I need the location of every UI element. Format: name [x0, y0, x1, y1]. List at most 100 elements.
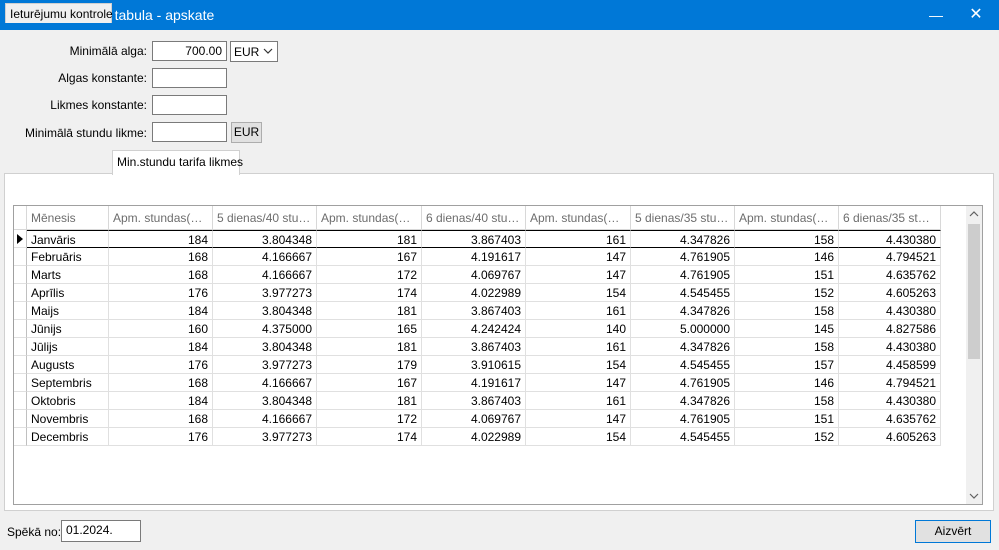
table-cell[interactable]: 154	[526, 284, 631, 302]
table-cell[interactable]: 174	[317, 284, 422, 302]
table-cell[interactable]: 176	[109, 284, 213, 302]
rates-table[interactable]: Mēnesis Apm. stundas(5/40) 5 dienas/40 s…	[13, 205, 983, 505]
table-cell[interactable]: 4.166667	[213, 266, 317, 284]
table-cell[interactable]: 168	[109, 266, 213, 284]
table-cell[interactable]: 3.977273	[213, 428, 317, 446]
table-cell[interactable]: 147	[526, 248, 631, 266]
table-cell[interactable]: Jūlijs	[27, 338, 109, 356]
table-cell[interactable]: 147	[526, 410, 631, 428]
table-cell[interactable]: 4.347826	[631, 230, 735, 248]
table-cell[interactable]: 4.635762	[839, 266, 941, 284]
table-cell[interactable]: 172	[317, 410, 422, 428]
table-cell[interactable]: 184	[109, 392, 213, 410]
row-header[interactable]	[14, 428, 27, 446]
table-cell[interactable]: 4.605263	[839, 284, 941, 302]
table-cell[interactable]: 168	[109, 248, 213, 266]
row-header[interactable]	[14, 302, 27, 320]
table-cell[interactable]: 4.347826	[631, 392, 735, 410]
table-cell[interactable]: 4.761905	[631, 266, 735, 284]
table-cell[interactable]: 167	[317, 374, 422, 392]
table-cell[interactable]: 176	[109, 356, 213, 374]
column-header[interactable]: Apm. stundas(5/40)	[109, 206, 213, 230]
row-header[interactable]	[14, 248, 27, 266]
tab-ieturejumu-kontrole[interactable]: Ieturējumu kontrole	[5, 3, 113, 23]
table-cell[interactable]: Augusts	[27, 356, 109, 374]
table-cell[interactable]: 146	[735, 374, 839, 392]
table-cell[interactable]: 184	[109, 338, 213, 356]
row-header[interactable]	[14, 338, 27, 356]
table-cell[interactable]: 174	[317, 428, 422, 446]
table-cell[interactable]: 4.022989	[422, 284, 526, 302]
column-header[interactable]: Mēnesis	[27, 206, 109, 230]
table-cell[interactable]: 147	[526, 374, 631, 392]
table-cell[interactable]: Novembris	[27, 410, 109, 428]
table-cell[interactable]: 4.191617	[422, 374, 526, 392]
row-header[interactable]	[14, 266, 27, 284]
table-cell[interactable]: 3.804348	[213, 302, 317, 320]
table-cell[interactable]: Maijs	[27, 302, 109, 320]
table-cell[interactable]: 151	[735, 266, 839, 284]
table-cell[interactable]: 4.827586	[839, 320, 941, 338]
wage-constant-input[interactable]	[152, 68, 227, 88]
table-cell[interactable]: 3.977273	[213, 356, 317, 374]
table-cell[interactable]: 4.545455	[631, 428, 735, 446]
vertical-scrollbar[interactable]	[966, 206, 982, 504]
column-header[interactable]: 5 dienas/40 stundas	[213, 206, 317, 230]
table-cell[interactable]: 4.166667	[213, 374, 317, 392]
table-cell[interactable]: 3.804348	[213, 338, 317, 356]
table-cell[interactable]: 4.794521	[839, 374, 941, 392]
row-header[interactable]	[14, 392, 27, 410]
table-cell[interactable]: 165	[317, 320, 422, 338]
table-cell[interactable]: 4.605263	[839, 428, 941, 446]
close-icon[interactable]: ✕	[953, 0, 999, 30]
row-header[interactable]	[14, 320, 27, 338]
hourly-currency-button[interactable]: EUR	[231, 122, 262, 143]
rate-constant-input[interactable]	[152, 95, 227, 115]
table-cell[interactable]: 161	[526, 338, 631, 356]
table-cell[interactable]: 4.458599	[839, 356, 941, 374]
table-cell[interactable]: 4.430380	[839, 302, 941, 320]
table-cell[interactable]: 161	[526, 302, 631, 320]
table-cell[interactable]: 172	[317, 266, 422, 284]
table-cell[interactable]: 4.375000	[213, 320, 317, 338]
table-cell[interactable]: 145	[735, 320, 839, 338]
table-cell[interactable]: 184	[109, 230, 213, 248]
table-cell[interactable]: 4.545455	[631, 356, 735, 374]
table-cell[interactable]: 3.867403	[422, 302, 526, 320]
column-header[interactable]: Apm. stundas(6/40)	[317, 206, 422, 230]
table-cell[interactable]: Februāris	[27, 248, 109, 266]
table-cell[interactable]: 154	[526, 428, 631, 446]
table-cell[interactable]: 4.191617	[422, 248, 526, 266]
table-cell[interactable]: 5.000000	[631, 320, 735, 338]
table-cell[interactable]: 161	[526, 392, 631, 410]
table-cell[interactable]: 4.635762	[839, 410, 941, 428]
table-cell[interactable]: 4.545455	[631, 284, 735, 302]
table-cell[interactable]: 181	[317, 392, 422, 410]
table-cell[interactable]: Jūnijs	[27, 320, 109, 338]
table-cell[interactable]: 4.022989	[422, 428, 526, 446]
table-cell[interactable]: 168	[109, 410, 213, 428]
valid-from-input[interactable]: 01.2024.	[61, 520, 141, 542]
table-cell[interactable]: 3.804348	[213, 230, 317, 248]
table-cell[interactable]: 151	[735, 410, 839, 428]
table-cell[interactable]: 3.867403	[422, 392, 526, 410]
table-cell[interactable]: 158	[735, 302, 839, 320]
table-cell[interactable]: 4.761905	[631, 248, 735, 266]
close-button[interactable]: Aizvērt	[915, 520, 991, 543]
table-cell[interactable]: 3.977273	[213, 284, 317, 302]
table-cell[interactable]: 184	[109, 302, 213, 320]
table-cell[interactable]: 140	[526, 320, 631, 338]
table-cell[interactable]: 4.430380	[839, 392, 941, 410]
table-cell[interactable]: 146	[735, 248, 839, 266]
column-header[interactable]: 6 dienas/40 stun...	[422, 206, 526, 230]
table-cell[interactable]: 147	[526, 266, 631, 284]
table-cell[interactable]: 4.761905	[631, 374, 735, 392]
scroll-up-icon[interactable]	[966, 206, 982, 222]
row-header[interactable]	[14, 410, 27, 428]
table-cell[interactable]: 181	[317, 338, 422, 356]
min-hourly-rate-input[interactable]	[152, 122, 227, 142]
table-cell[interactable]: 4.166667	[213, 248, 317, 266]
table-cell[interactable]: 160	[109, 320, 213, 338]
min-wage-input[interactable]: 700.00	[152, 41, 227, 61]
table-cell[interactable]: 158	[735, 392, 839, 410]
